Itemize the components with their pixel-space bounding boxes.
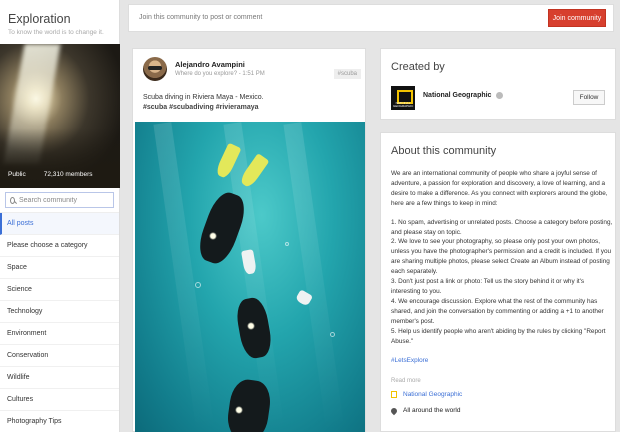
category-list: All posts Please choose a category Space… bbox=[0, 213, 119, 432]
rule-item: 4. We encourage discussion. Explore what… bbox=[391, 297, 604, 325]
category-photography-tips[interactable]: Photography Tips bbox=[0, 411, 119, 432]
post-body: Scuba diving in Riviera Maya - Mexico. #… bbox=[143, 93, 363, 113]
ng-link-row[interactable]: National Geographic bbox=[391, 391, 462, 398]
member-count[interactable]: 72,310 members bbox=[44, 171, 93, 178]
community-rules: 1. No spam, advertising or unrelated pos… bbox=[391, 218, 613, 347]
category-science[interactable]: Science bbox=[0, 279, 119, 301]
post-photo[interactable] bbox=[135, 122, 365, 432]
bubble bbox=[195, 282, 201, 288]
location-pin-icon bbox=[389, 406, 399, 415]
community-title: Exploration bbox=[8, 12, 71, 26]
about-title: About this community bbox=[391, 145, 497, 157]
location-text: All around the world bbox=[403, 407, 461, 414]
created-by-card: Created by NATIONAL GEOGRAPHIC National … bbox=[380, 48, 616, 120]
light-ray bbox=[153, 122, 215, 432]
category-technology[interactable]: Technology bbox=[0, 301, 119, 323]
category-cultures[interactable]: Cultures bbox=[0, 389, 119, 411]
community-stats: Public 72,310 members bbox=[8, 171, 111, 178]
read-more-link[interactable]: Read more bbox=[391, 378, 421, 384]
visibility-label: Public bbox=[8, 171, 26, 178]
dive-lamp bbox=[247, 322, 255, 330]
community-tagline: To know the world is to change it. bbox=[8, 29, 104, 36]
category-all-posts[interactable]: All posts bbox=[0, 213, 119, 235]
post-author[interactable]: Alejandro Avampini bbox=[175, 60, 245, 69]
community-cover-photo: Public 72,310 members bbox=[0, 44, 120, 188]
post-hashtags[interactable]: #scuba #scubadiving #rivieramaya bbox=[143, 103, 363, 113]
rule-item: 5. Help us identify people who aren't ab… bbox=[391, 327, 606, 345]
rule-item: 3. Don't just post a link or photo: Tell… bbox=[391, 278, 585, 295]
creator-name[interactable]: National Geographic bbox=[423, 92, 491, 99]
search-box[interactable] bbox=[5, 192, 114, 208]
bubble bbox=[285, 242, 289, 246]
rule-item: 2. We love to see your photography, so p… bbox=[391, 238, 612, 276]
join-prompt: Join this community to post or comment bbox=[139, 14, 263, 21]
category-choose[interactable]: Please choose a category bbox=[0, 235, 119, 257]
post-meta: Where do you explore? - 1:51 PM bbox=[175, 71, 265, 77]
community-sidebar: Exploration To know the world is to chan… bbox=[0, 0, 120, 432]
category-conservation[interactable]: Conservation bbox=[0, 345, 119, 367]
about-body: We are an international community of peo… bbox=[391, 169, 613, 366]
dive-lamp bbox=[235, 406, 243, 414]
follow-button[interactable]: Follow bbox=[573, 90, 605, 105]
category-wildlife[interactable]: Wildlife bbox=[0, 367, 119, 389]
national-geographic-icon bbox=[391, 391, 397, 398]
post-card: Alejandro Avampini Where do you explore?… bbox=[132, 48, 366, 432]
about-community-card: About this community We are an internati… bbox=[380, 132, 616, 432]
community-search bbox=[0, 188, 119, 213]
light-ray bbox=[283, 122, 345, 432]
post-caption: Scuba diving in Riviera Maya - Mexico. bbox=[143, 94, 264, 101]
rule-item: 1. No spam, advertising or unrelated pos… bbox=[391, 218, 613, 236]
community-header: Exploration To know the world is to chan… bbox=[0, 0, 119, 44]
verified-badge-icon bbox=[496, 92, 503, 99]
ng-link[interactable]: National Geographic bbox=[403, 391, 462, 398]
dive-lamp bbox=[209, 232, 217, 240]
location-row: All around the world bbox=[389, 406, 461, 415]
about-intro: We are an international community of peo… bbox=[391, 170, 608, 207]
search-icon bbox=[10, 196, 15, 204]
logo-text: NATIONAL GEOGRAPHIC bbox=[393, 101, 414, 108]
bubble bbox=[330, 332, 335, 337]
community-hashtag[interactable]: #LetsExplore bbox=[391, 356, 613, 366]
join-community-button[interactable]: Join community bbox=[548, 9, 606, 27]
search-input[interactable] bbox=[19, 196, 109, 204]
author-avatar[interactable] bbox=[143, 57, 167, 81]
post-category-tag[interactable]: #scuba bbox=[333, 69, 361, 79]
national-geographic-logo-icon[interactable]: NATIONAL GEOGRAPHIC bbox=[391, 86, 415, 110]
created-by-title: Created by bbox=[391, 61, 445, 73]
cave-floor bbox=[0, 128, 120, 188]
join-bar: Join this community to post or comment J… bbox=[128, 4, 614, 32]
diver-body bbox=[225, 377, 273, 432]
category-environment[interactable]: Environment bbox=[0, 323, 119, 345]
category-space[interactable]: Space bbox=[0, 257, 119, 279]
